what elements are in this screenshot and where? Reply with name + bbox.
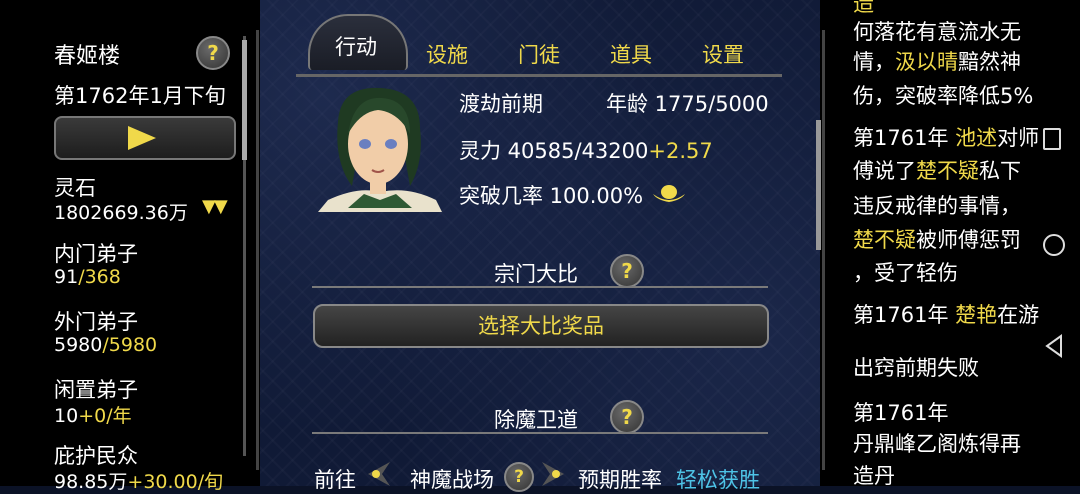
log-line: 第1761年 (853, 401, 949, 425)
protected-people-value: 98.85万+30.00/旬 (54, 471, 224, 493)
recent-apps-icon[interactable] (1043, 128, 1061, 150)
outer-disciples-label: 外门弟子 (54, 310, 138, 334)
idle-disciples-label: 闲置弟子 (54, 378, 138, 402)
cultivation-stage: 渡劫前期 (459, 92, 543, 116)
right-arrow-icon[interactable] (536, 460, 570, 488)
log-line: 出窍前期失败 (853, 356, 979, 380)
left-arrow-icon[interactable] (362, 460, 396, 488)
right-scrollbar-thumb[interactable] (816, 120, 821, 250)
contest-help-icon[interactable]: ? (610, 254, 644, 288)
spirit-power: 灵力 40585/43200+2.57 (459, 139, 713, 163)
next-turn-button[interactable] (54, 116, 236, 160)
inner-disciples-label: 内门弟子 (54, 242, 138, 266)
sect-name: 春姬楼 (54, 44, 121, 69)
sect-contest-title: 宗门大比 (494, 262, 578, 286)
demon-divider (312, 432, 768, 434)
character-age: 年龄 1775/5000 (606, 92, 769, 116)
left-divider (256, 30, 259, 470)
idle-disciples-value: 10+0/年 (54, 405, 132, 427)
tab-disciples[interactable]: 门徒 (506, 38, 572, 72)
tab-settings[interactable]: 设置 (690, 38, 756, 72)
back-icon[interactable] (1043, 334, 1065, 358)
stone-expand-icon[interactable]: ▼▼ (202, 196, 228, 217)
log-line: 丹鼎峰乙阁炼得再 (853, 432, 1021, 456)
play-icon (128, 126, 156, 150)
battlefield-help-icon[interactable]: ? (504, 462, 534, 492)
game-date: 第1762年1月下旬 (54, 84, 226, 108)
log-line: 第1761年 池述对师 (853, 126, 1040, 150)
log-line: 何落花有意流水无 (853, 20, 1021, 44)
left-scrollbar-thumb[interactable] (242, 40, 247, 160)
win-rate-value: 轻松获胜 (676, 468, 760, 492)
log-line: 情，汲以晴黯然神 (853, 50, 1021, 74)
inner-disciples-value: 91/368 (54, 266, 121, 288)
character-portrait[interactable] (318, 82, 442, 212)
home-icon[interactable] (1043, 234, 1065, 256)
demon-help-icon[interactable]: ? (610, 400, 644, 434)
log-line: 傅说了楚不疑私下 (853, 159, 1021, 183)
event-log-panel: 造 何落花有意流水无 情，汲以晴黯然神 伤，突破率降低5% 第1761年 池述对… (820, 0, 1080, 488)
breakthrough-chance: 突破几率 100.00% (459, 184, 644, 208)
stone-value: 1802669.36万 (54, 202, 188, 224)
sidebar-help-icon[interactable]: ? (196, 36, 230, 70)
ingot-icon (653, 185, 685, 202)
demon-slaying-title: 除魔卫道 (494, 408, 578, 432)
right-divider (822, 30, 825, 470)
log-line: ，受了轻伤 (853, 261, 958, 285)
tab-facilities[interactable]: 设施 (414, 38, 480, 72)
outer-disciples-value: 5980/5980 (54, 334, 158, 356)
battlefield-label: 神魔战场 (410, 468, 494, 492)
protected-people-label: 庇护民众 (54, 444, 138, 468)
log-line: 楚不疑被师傅惩罚 (853, 228, 1021, 252)
win-rate-label: 预期胜率 (578, 468, 662, 492)
left-sidebar: 春姬楼 ? 第1762年1月下旬 灵石 1802669.36万 ▼▼ 内门弟子 … (0, 0, 260, 493)
log-line: 违反戒律的事情， (853, 194, 1021, 218)
log-line: 第1761年 楚艳在游 (853, 303, 1040, 327)
choose-contest-prize-button[interactable]: 选择大比奖品 (313, 304, 769, 348)
tab-items[interactable]: 道具 (598, 38, 664, 72)
contest-divider (312, 286, 768, 288)
log-line: 伤，突破率降低5% (853, 84, 1034, 108)
goto-label: 前往 (314, 468, 356, 492)
